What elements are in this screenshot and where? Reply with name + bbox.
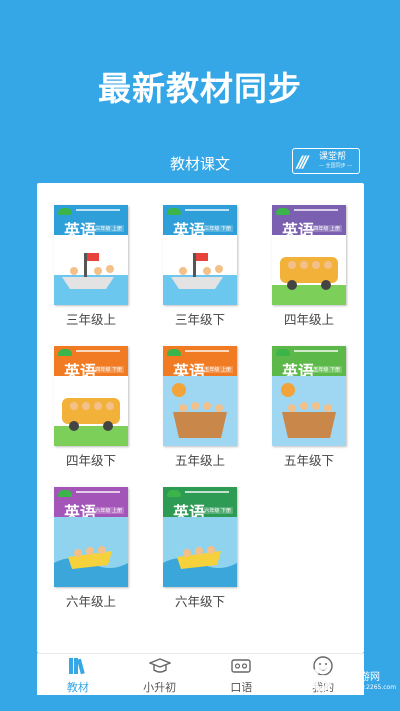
textbook-item[interactable]: 英语 三年级 下册三年级下: [163, 205, 237, 328]
textbook-label: 三年级下: [174, 312, 225, 327]
publisher-logo-icon: [58, 208, 72, 215]
scroll-handle[interactable]: [357, 254, 362, 314]
textbook-cover[interactable]: 英语 五年级 下册: [272, 346, 346, 446]
cover-grade-tag: 六年级 下册: [202, 507, 233, 514]
cassette-icon: [231, 658, 252, 673]
tab-primary-to-middle[interactable]: 小升初: [119, 654, 201, 695]
textbook-label: 五年级上: [174, 453, 225, 468]
brand-tagline: — 全国同步 —: [319, 163, 353, 169]
tab-textbook[interactable]: 教材: [37, 654, 119, 695]
brand-badge[interactable]: /// 课堂帮 — 全国同步 —: [292, 148, 360, 174]
watermark-url: www.2265.com: [350, 684, 397, 691]
textbook-cover[interactable]: 英语 四年级 上册: [272, 205, 346, 305]
books-icon: [68, 657, 85, 674]
cover-illustration: [54, 235, 128, 305]
textbook-cover[interactable]: 英语 五年级 上册: [163, 346, 237, 446]
cover-illustration: [163, 517, 237, 587]
brand-name: 课堂帮: [319, 152, 347, 162]
textbook-label: 三年级上: [65, 312, 116, 327]
textbook-item[interactable]: 英语 四年级 下册四年级下: [54, 346, 128, 469]
tab-label: 小升初: [143, 680, 177, 694]
tab-label: 教材: [66, 680, 89, 694]
textbook-cover[interactable]: 英语 四年级 下册: [54, 346, 128, 446]
publisher-logo-icon: [167, 349, 181, 356]
cover-grade-tag: 六年级 上册: [93, 507, 124, 514]
cover-illustration: [54, 517, 128, 587]
cover-series-line: [185, 350, 229, 352]
publisher-logo-icon: [276, 349, 290, 356]
cover-illustration: [272, 235, 346, 305]
cover-grade-tag: 三年级 上册: [93, 225, 124, 232]
textbook-item[interactable]: 英语 四年级 上册四年级上: [272, 205, 346, 328]
brand-slash-icon: ///: [297, 151, 309, 171]
textbook-item[interactable]: 英语 五年级 上册五年级上: [163, 346, 237, 469]
textbook-item[interactable]: 英语 三年级 上册三年级上: [54, 205, 128, 328]
publisher-logo-icon: [58, 490, 72, 497]
cover-grade-tag: 四年级 上册: [311, 225, 342, 232]
publisher-logo-icon: [167, 490, 181, 497]
textbook-label: 四年级上: [283, 312, 334, 327]
cover-illustration: [272, 376, 346, 446]
textbook-item[interactable]: 英语 五年级 下册五年级下: [272, 346, 346, 469]
publisher-logo-icon: [58, 349, 72, 356]
textbook-item[interactable]: 英语 六年级 上册六年级上: [54, 487, 128, 610]
textbook-cover[interactable]: 英语 六年级 下册: [163, 487, 237, 587]
publisher-logo-icon: [276, 208, 290, 215]
textbook-cover[interactable]: 英语 六年级 上册: [54, 487, 128, 587]
textbook-label: 五年级下: [283, 453, 334, 468]
textbook-cover[interactable]: 英语 三年级 下册: [163, 205, 237, 305]
cover-series-line: [76, 491, 120, 493]
cover-grade-tag: 三年级 下册: [202, 225, 233, 232]
textbook-item[interactable]: 英语 六年级 下册六年级下: [163, 487, 237, 610]
textbook-cover[interactable]: 英语 三年级 上册: [54, 205, 128, 305]
cover-grade-tag: 四年级 下册: [93, 366, 124, 373]
cover-illustration: [163, 376, 237, 446]
cover-series-line: [76, 350, 120, 352]
textbook-label: 六年级下: [174, 594, 225, 609]
cover-illustration: [163, 235, 237, 305]
cover-series-line: [185, 209, 229, 211]
cover-illustration: [54, 376, 128, 446]
watermark-logo: 2265: [264, 660, 356, 700]
cover-grade-tag: 五年级 下册: [311, 366, 342, 373]
textbook-label: 六年级上: [65, 594, 116, 609]
headline: 最新教材同步: [98, 69, 302, 108]
cover-series-line: [294, 350, 338, 352]
watermark-name: 手游网: [350, 672, 380, 683]
cover-grade-tag: 五年级 上册: [202, 366, 233, 373]
publisher-logo-icon: [167, 208, 181, 215]
cover-series-line: [76, 209, 120, 211]
graduation-cap-icon: [148, 657, 171, 673]
cover-series-line: [294, 209, 338, 211]
tab-label: 口语: [230, 680, 253, 694]
textbook-panel: 英语 三年级 上册 三年级上 英语 三年级 下册 三年级下 英语 四年级 上册 四年级上 英语 四年…: [37, 183, 364, 653]
textbook-label: 四年级下: [65, 453, 116, 468]
cover-series-line: [185, 491, 229, 493]
